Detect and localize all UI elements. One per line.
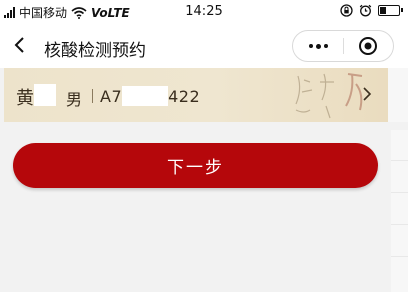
id-redaction xyxy=(122,86,169,106)
patient-gender: 男 xyxy=(66,90,83,109)
rotation-lock-icon xyxy=(340,4,353,17)
patient-card[interactable]: 黄 男 A7 422 xyxy=(4,68,388,122)
card-divider xyxy=(92,89,93,103)
right-edge-strip xyxy=(388,68,408,122)
patient-id-number: A7 422 xyxy=(100,86,200,106)
target-close-icon xyxy=(359,37,377,55)
mini-program-capsule xyxy=(292,30,394,62)
next-step-button[interactable]: 下一步 xyxy=(13,143,378,188)
right-edge-panel xyxy=(391,130,408,292)
alarm-icon xyxy=(359,4,372,17)
page-title: 核酸检测预约 xyxy=(44,41,146,61)
more-menu-button[interactable] xyxy=(293,31,343,61)
id-suffix: 422 xyxy=(168,87,201,106)
app-screen: 中国移动 VoLTE 14:25 核酸检测预约 黄 男 A7 422 下一步 xyxy=(0,0,408,292)
chevron-right-icon xyxy=(363,87,372,101)
back-arrow-icon[interactable] xyxy=(10,34,32,56)
name-redaction xyxy=(34,84,56,106)
status-bar: 中国移动 VoLTE 14:25 xyxy=(0,0,408,24)
patient-surname: 黄 xyxy=(16,88,34,109)
status-right xyxy=(340,4,403,17)
id-prefix: A7 xyxy=(100,87,123,106)
battery-icon xyxy=(378,5,403,16)
close-mini-program-button[interactable] xyxy=(343,31,393,61)
navigation-bar: 核酸检测预约 xyxy=(0,24,408,68)
